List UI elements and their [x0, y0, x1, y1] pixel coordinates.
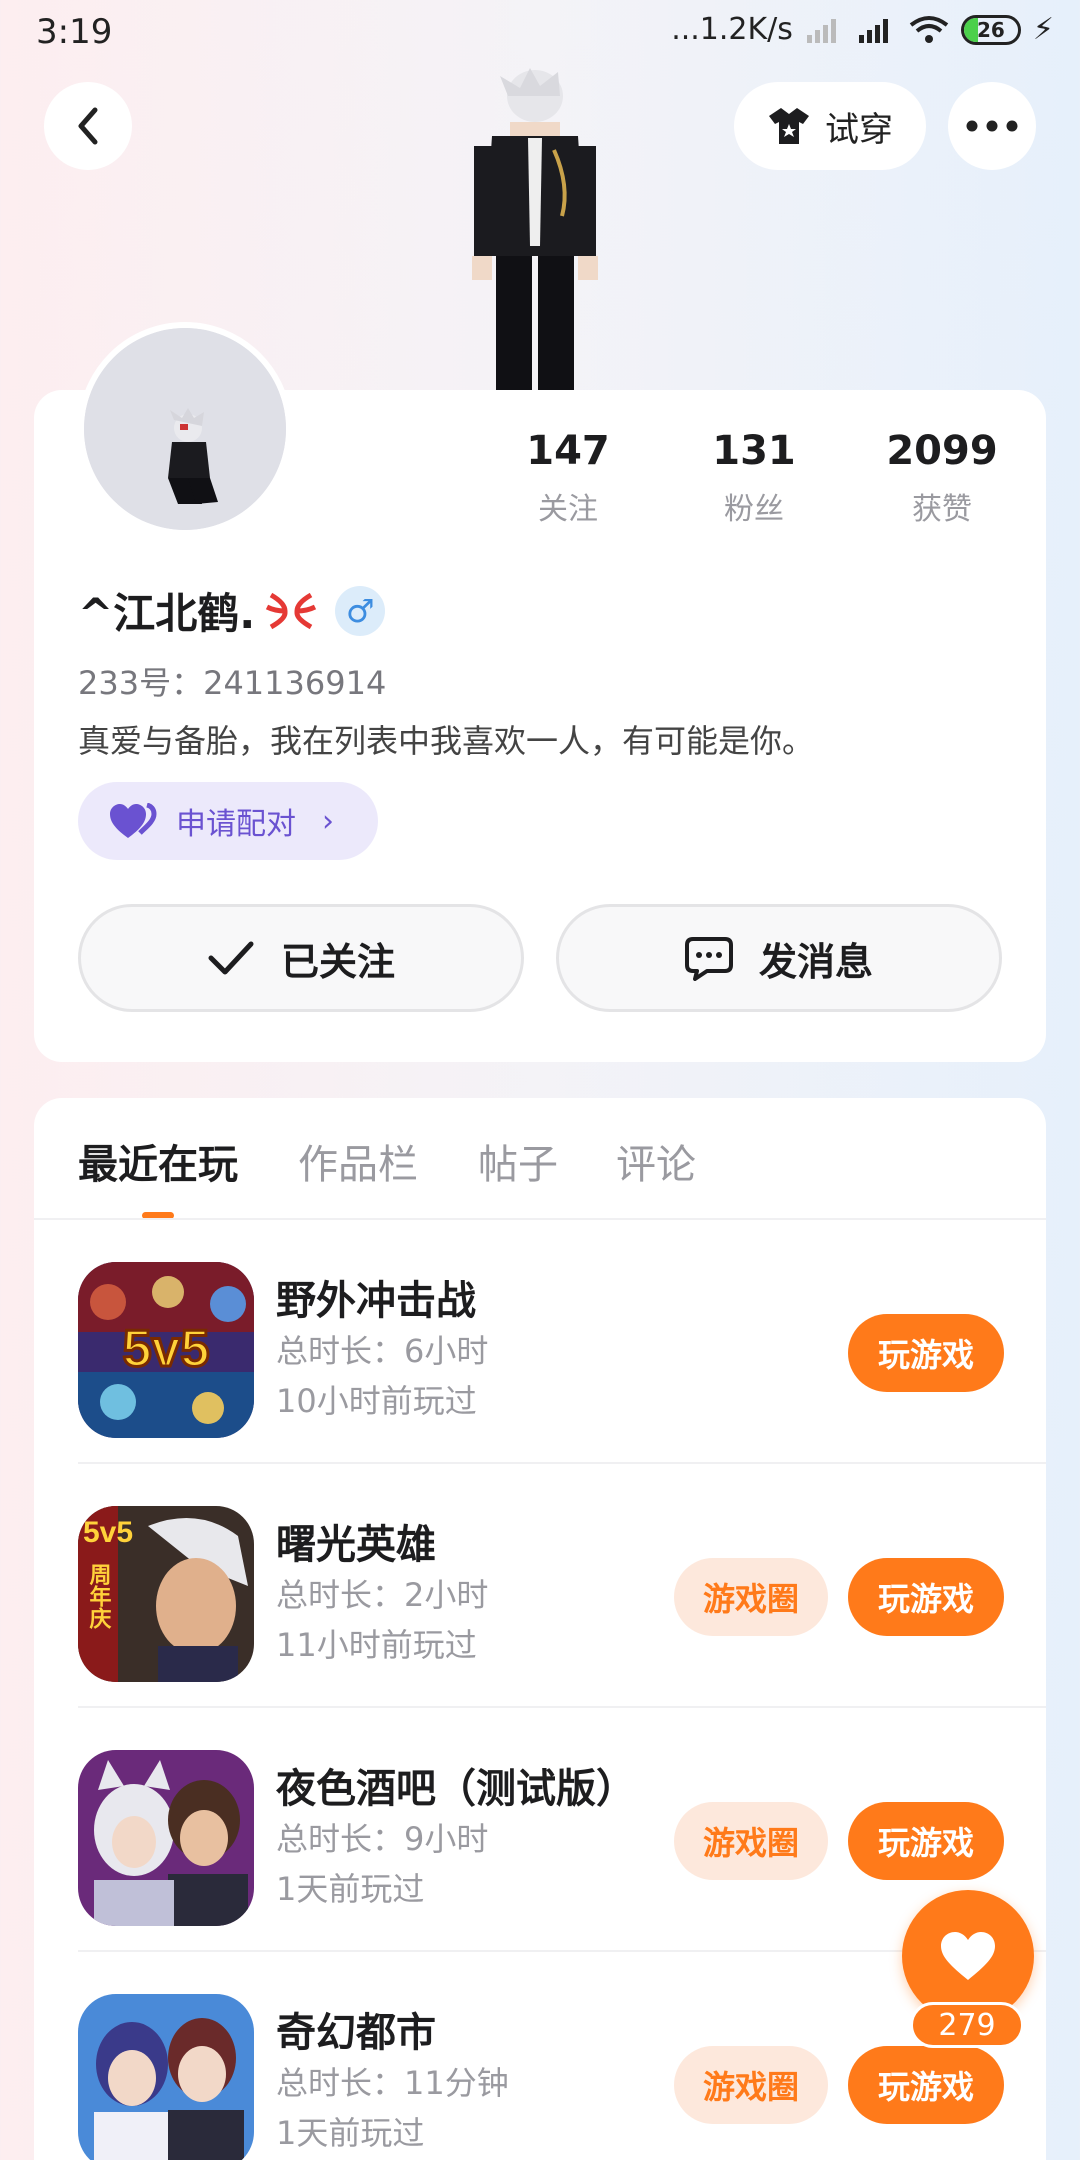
try-on-button[interactable]: 试穿 [734, 82, 926, 170]
chevron-right-icon: › [322, 803, 334, 839]
avatar-3d-figure [470, 66, 600, 392]
tab-posts[interactable]: 帖子 [478, 1132, 558, 1190]
message-label: 发消息 [758, 939, 873, 984]
like-count-badge: 279 [910, 2002, 1024, 2048]
male-gender-icon: ♂ [335, 585, 386, 636]
game-duration: 总时长：9小时 [276, 1820, 489, 1858]
stat-value: 2099 [886, 428, 998, 474]
play-game-button[interactable]: 玩游戏 [848, 1802, 1004, 1880]
stat-label: 关注 [538, 492, 598, 527]
stat-likes[interactable]: 2099 获赞 [862, 428, 1022, 528]
play-game-button[interactable]: 玩游戏 [848, 1314, 1004, 1392]
status-icons: ...1.2K/s 26 ⚡ [671, 12, 1054, 47]
pair-label: 申请配对 [176, 807, 296, 842]
stat-value: 131 [712, 428, 796, 474]
svg-text:周年庆: 周年庆 [86, 1563, 112, 1630]
list-item[interactable]: 5v5 周年庆 曙光英雄 总时长：2小时 11小时前玩过 游戏圈 玩游戏 [34, 1464, 1046, 1708]
shirt-icon [769, 108, 809, 144]
try-on-label: 试穿 [825, 109, 893, 150]
game-last-played: 11小时前玩过 [276, 1626, 477, 1664]
profile-name: ^江北鹤. [78, 589, 256, 638]
tab-comments[interactable]: 评论 [616, 1132, 696, 1190]
game-last-played: 10小时前玩过 [276, 1382, 477, 1420]
send-message-button[interactable]: 发消息 [556, 904, 1002, 1012]
stat-following[interactable]: 147 关注 [488, 428, 648, 528]
charging-icon: ⚡ [1032, 12, 1054, 47]
game-icon [78, 1994, 254, 2160]
status-time: 3:19 [36, 12, 113, 52]
game-circle-button[interactable]: 游戏圈 [674, 2046, 828, 2124]
heart-icon [941, 1932, 995, 1980]
battery-icon: 26 [960, 14, 1021, 45]
game-title: 夜色酒吧（测试版） [276, 1766, 636, 1812]
game-last-played: 1天前玩过 [276, 2114, 425, 2152]
game-icon: 5v5 周年庆 [78, 1506, 254, 1682]
chevron-left-icon [78, 107, 98, 145]
profile-name-row: ^江北鹤. ♂ [78, 580, 386, 641]
user-id: 233号：241136914 [78, 664, 387, 702]
network-speed: ...1.2K/s [671, 12, 793, 47]
game-last-played: 1天前玩过 [276, 1870, 425, 1908]
signal-icon-2 [858, 18, 888, 43]
game-duration: 总时长：2小时 [276, 1576, 489, 1614]
chat-bubble-icon [684, 937, 733, 981]
signal-icon [806, 18, 836, 43]
play-game-button[interactable]: 玩游戏 [848, 1558, 1004, 1636]
list-item[interactable]: 夜色酒吧（测试版） 总时长：9小时 1天前玩过 游戏圈 玩游戏 [34, 1708, 1046, 1952]
user-bio: 真爱与备胎，我在列表中我喜欢一人，有可能是你。 [78, 722, 815, 760]
anger-emoji-icon [266, 592, 317, 629]
apply-pair-button[interactable]: 申请配对 › [78, 782, 378, 860]
game-circle-button[interactable]: 游戏圈 [674, 1802, 828, 1880]
double-heart-icon [110, 803, 157, 838]
tab-works[interactable]: 作品栏 [298, 1132, 418, 1190]
game-duration: 总时长：11分钟 [276, 2064, 509, 2102]
more-button[interactable] [948, 82, 1036, 170]
wifi-icon [909, 15, 949, 43]
stat-followers[interactable]: 131 粉丝 [674, 428, 834, 528]
svg-text:5v5: 5v5 [83, 1516, 133, 1549]
game-icon [78, 1750, 254, 1926]
followed-button[interactable]: 已关注 [78, 904, 524, 1012]
followed-label: 已关注 [280, 939, 395, 984]
avatar[interactable] [78, 322, 292, 536]
stat-label: 获赞 [912, 492, 972, 527]
stat-label: 粉丝 [724, 492, 784, 527]
game-circle-button[interactable]: 游戏圈 [674, 1558, 828, 1636]
game-duration: 总时长：6小时 [276, 1332, 489, 1370]
list-item[interactable]: 5v5 野外冲击战 总时长：6小时 10小时前玩过 玩游戏 [34, 1220, 1046, 1464]
status-bar: 3:19 ...1.2K/s 26 ⚡ [0, 0, 1080, 66]
tab-bar: 最近在玩 作品栏 帖子 评论 [0, 1132, 1080, 1202]
play-game-button[interactable]: 玩游戏 [848, 2046, 1004, 2124]
stat-value: 147 [526, 428, 610, 474]
game-title: 野外冲击战 [276, 1278, 476, 1324]
checkmark-icon [208, 941, 254, 975]
game-icon: 5v5 [78, 1262, 254, 1438]
more-dots-icon [966, 120, 1018, 132]
list-item[interactable]: 奇幻都市 总时长：11分钟 1天前玩过 游戏圈 玩游戏 [34, 1952, 1046, 2160]
game-title: 奇幻都市 [276, 2010, 436, 2056]
svg-text:5v5: 5v5 [123, 1320, 210, 1378]
tab-recently-played[interactable]: 最近在玩 [78, 1132, 238, 1190]
back-button[interactable] [44, 82, 132, 170]
game-title: 曙光英雄 [276, 1522, 436, 1568]
